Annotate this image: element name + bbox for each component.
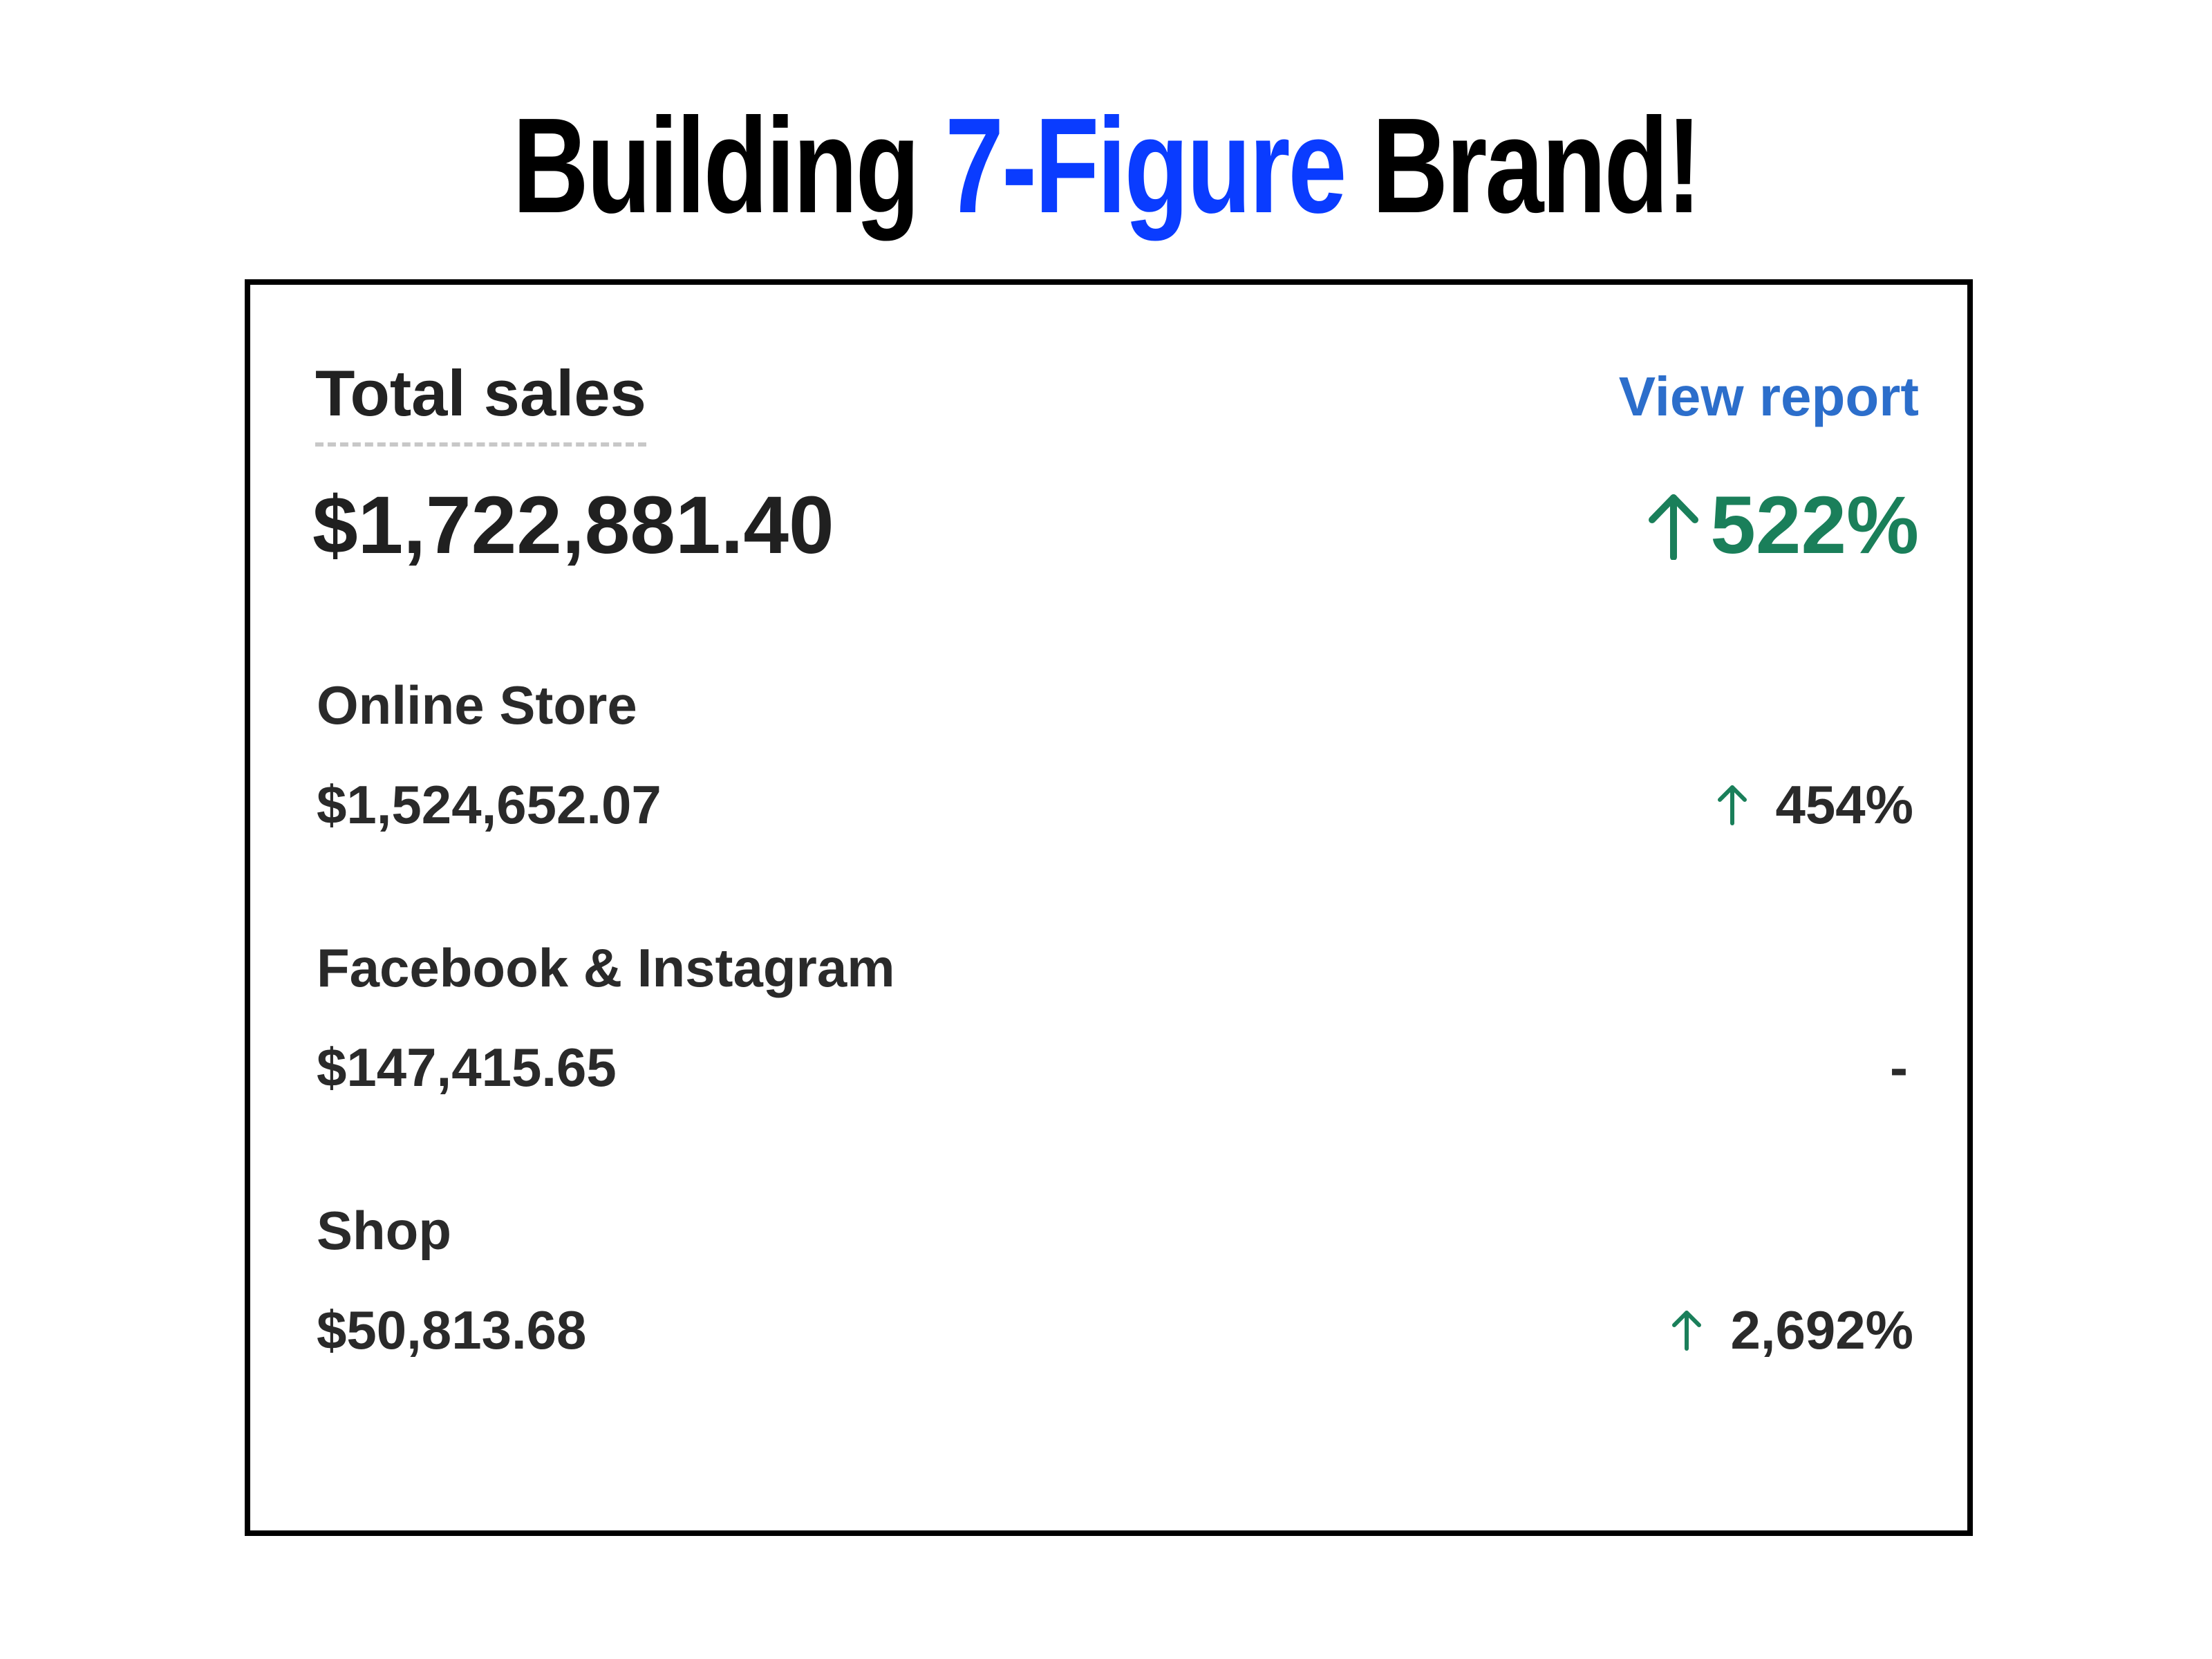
channel-change-value: 2,692% bbox=[1730, 1300, 1913, 1360]
channel-name-facebook-instagram: Facebook & Instagram bbox=[317, 937, 895, 998]
channel-value-facebook-instagram: $147,415.65 bbox=[317, 1037, 617, 1098]
channel-change-value: - bbox=[1890, 1037, 1908, 1098]
channel-change-value: 454% bbox=[1775, 774, 1914, 835]
page-headline: Building 7-Figure Brand! bbox=[243, 90, 1969, 242]
channel-change-online-store: 454% bbox=[1716, 771, 1914, 838]
headline-prefix: Building bbox=[512, 90, 920, 241]
channel-change-facebook-instagram: - bbox=[1890, 1034, 1908, 1100]
channel-value-online-store: $1,524,652.07 bbox=[317, 774, 662, 835]
arrow-up-icon bbox=[1716, 783, 1748, 826]
view-report-link[interactable]: View report bbox=[1619, 362, 1919, 431]
arrow-up-icon bbox=[1671, 1309, 1703, 1351]
total-sales-value: $1,722,881.40 bbox=[312, 480, 834, 571]
channel-value-shop: $50,813.68 bbox=[317, 1300, 587, 1360]
headline-accent: 7-Figure bbox=[945, 90, 1347, 241]
channel-change-shop: 2,692% bbox=[1671, 1297, 1913, 1363]
arrow-up-icon bbox=[1647, 491, 1700, 560]
headline-suffix: Brand! bbox=[1371, 90, 1702, 241]
total-sales-change: 522% bbox=[1647, 477, 1919, 574]
channel-name-online-store: Online Store bbox=[317, 675, 637, 735]
total-sales-label[interactable]: Total sales bbox=[315, 355, 646, 447]
total-sales-card: Total sales View report $1,722,881.40 52… bbox=[245, 279, 1973, 1536]
channel-name-shop: Shop bbox=[317, 1200, 451, 1261]
total-sales-change-value: 522% bbox=[1710, 480, 1919, 571]
